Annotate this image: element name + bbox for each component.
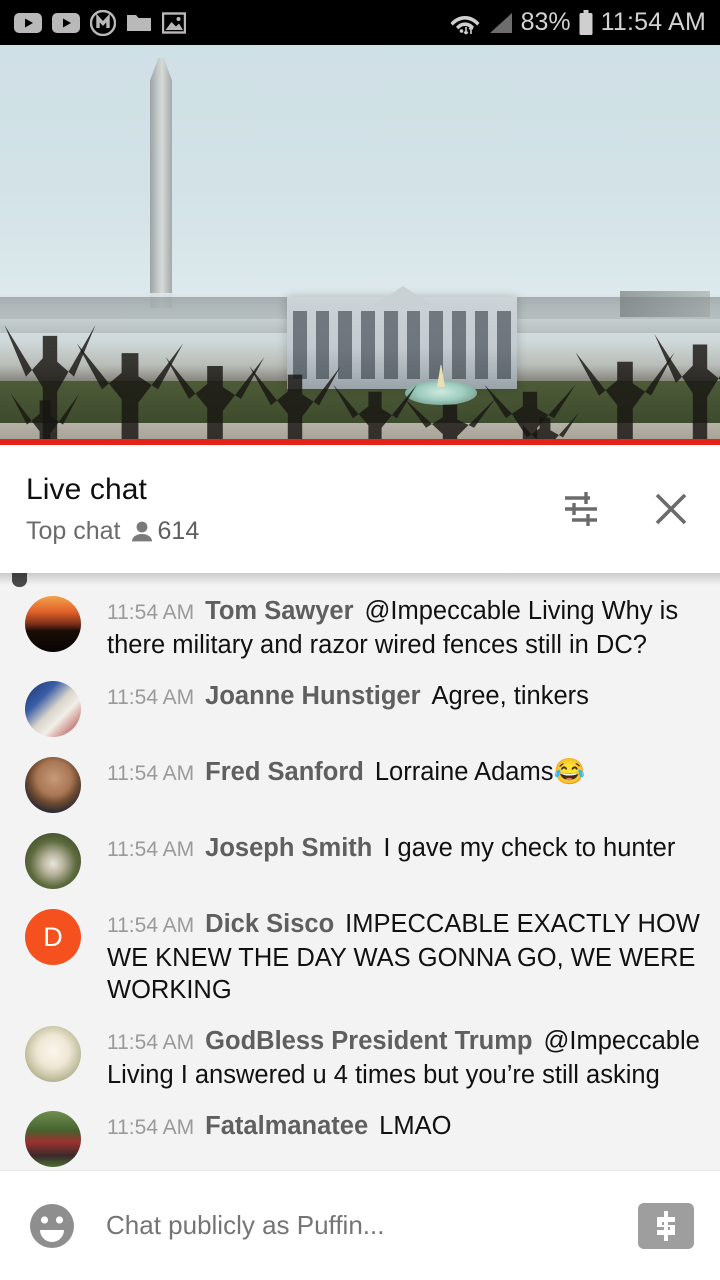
person-icon [131, 521, 152, 541]
chat-message-body: 11:54 AM Dick Sisco IMPECCABLE EXACTLY HOW… [107, 907, 704, 1006]
status-bar-notification-icons [14, 9, 186, 36]
cell-signal-icon [489, 12, 512, 33]
message-text: IMPECCABLE EXACTLY HOW WE KNEW THE DAY W… [107, 910, 700, 1004]
youtube-icon [52, 12, 80, 33]
viewer-count-group: 614 [130, 517, 200, 546]
chat-input-bar [0, 1170, 720, 1280]
emoji-smiley-icon [30, 1203, 74, 1248]
chat-message[interactable]: 11:54 AM Joseph Smith I gave my check to h… [0, 822, 720, 898]
message-author[interactable]: Fatalmanatee [205, 1112, 368, 1140]
status-bar: 83% 11:54 AM [0, 0, 720, 45]
chat-message-body: 11:54 AM Fatalmanatee LMAO [107, 1109, 451, 1144]
youtube-icon [14, 12, 42, 33]
emoji-picker-button[interactable] [26, 1200, 78, 1252]
message-author[interactable]: Joseph Smith [205, 834, 372, 862]
message-text: LMAO [379, 1112, 452, 1140]
battery-percent-label: 83% [520, 8, 571, 36]
image-icon [162, 11, 186, 34]
chat-message[interactable]: 11:54 AM GodBless President Trump @Impecca… [0, 1015, 720, 1100]
live-chat-header-text: Live chat Top chat 614 [26, 472, 199, 546]
message-text: Agree, tinkers [431, 682, 589, 710]
close-icon [655, 493, 687, 525]
super-chat-button[interactable] [638, 1202, 694, 1249]
live-chat-header-actions [558, 486, 694, 532]
message-timestamp: 11:54 AM [107, 914, 195, 937]
chat-message-body: 11:54 AM Tom Sawyer @Impeccable Living Why… [107, 594, 704, 661]
message-author[interactable]: GodBless President Trump [205, 1027, 532, 1055]
washington-monument [150, 58, 172, 308]
chat-message-body: 11:54 AM Fred Sanford Lorraine Adams😂 [107, 755, 585, 790]
chat-message[interactable]: 11:54 AM Fred Sanford Lorraine Adams😂 [0, 746, 720, 822]
battery-icon [579, 9, 593, 35]
close-chat-button[interactable] [648, 486, 694, 532]
chat-mode-label[interactable]: Top chat [26, 517, 121, 546]
message-timestamp: 11:54 AM [107, 762, 195, 785]
avatar[interactable]: D [25, 909, 81, 965]
live-chat-header: Live chat Top chat 614 [0, 445, 720, 573]
header-drop-shadow [0, 573, 720, 585]
live-chat-title: Live chat [26, 473, 147, 506]
chat-input-field[interactable] [106, 1210, 620, 1241]
chat-settings-icon [565, 492, 597, 526]
avatar[interactable] [25, 1026, 81, 1082]
video-trees [0, 295, 720, 445]
youtube-live-chat-screen: 83% 11:54 AM Live chat Top chat 614 11:5… [0, 0, 720, 1280]
message-author[interactable]: Dick Sisco [205, 910, 334, 938]
folder-icon [127, 15, 151, 31]
chat-message[interactable]: 11:54 AM Tom Sawyer @Impeccable Living Why… [0, 585, 720, 670]
message-timestamp: 11:54 AM [107, 686, 195, 709]
message-timestamp: 11:54 AM [107, 601, 195, 624]
live-chat-subheader: Top chat 614 [26, 517, 199, 546]
message-text: I gave my check to hunter [383, 834, 676, 862]
chat-message[interactable]: 11:54 AM Joanne Hunstiger Agree, tinkers [0, 670, 720, 746]
chat-message-list[interactable]: 11:54 AM Tom Sawyer @Impeccable Living Why… [0, 573, 720, 1170]
chat-settings-button[interactable] [558, 486, 604, 532]
message-text: Lorraine Adams😂 [374, 758, 586, 786]
message-timestamp: 11:54 AM [107, 838, 195, 861]
avatar[interactable] [25, 833, 81, 889]
chat-message[interactable]: D 11:54 AM Dick Sisco IMPECCABLE EXACTLY HO… [0, 898, 720, 1015]
message-timestamp: 11:54 AM [107, 1116, 195, 1139]
chat-message-body: 11:54 AM GodBless President Trump @Impecca… [107, 1024, 704, 1091]
status-bar-system-icons: 83% 11:54 AM [449, 8, 706, 37]
chat-message[interactable]: 11:54 AM Fatalmanatee LMAO [0, 1100, 720, 1170]
video-player[interactable] [0, 45, 720, 445]
avatar[interactable] [25, 757, 81, 813]
chat-message-body: 11:54 AM Joanne Hunstiger Agree, tinkers [107, 679, 589, 714]
clock-label: 11:54 AM [600, 8, 706, 36]
message-author[interactable]: Joanne Hunstiger [205, 682, 420, 710]
message-author[interactable]: Tom Sawyer [205, 597, 353, 625]
message-author[interactable]: Fred Sanford [205, 758, 364, 786]
avatar[interactable] [25, 596, 81, 652]
message-timestamp: 11:54 AM [107, 1031, 195, 1054]
wifi-icon [450, 15, 480, 35]
chat-messages-container: 11:54 AM Tom Sawyer @Impeccable Living Why… [0, 585, 720, 1170]
dollar-sign-icon [657, 1210, 675, 1241]
viewer-count-label: 614 [157, 517, 200, 545]
avatar[interactable] [25, 1111, 81, 1167]
m-circle-icon [90, 9, 116, 36]
chat-message-body: 11:54 AM Joseph Smith I gave my check to h… [107, 831, 675, 866]
avatar[interactable] [25, 681, 81, 737]
